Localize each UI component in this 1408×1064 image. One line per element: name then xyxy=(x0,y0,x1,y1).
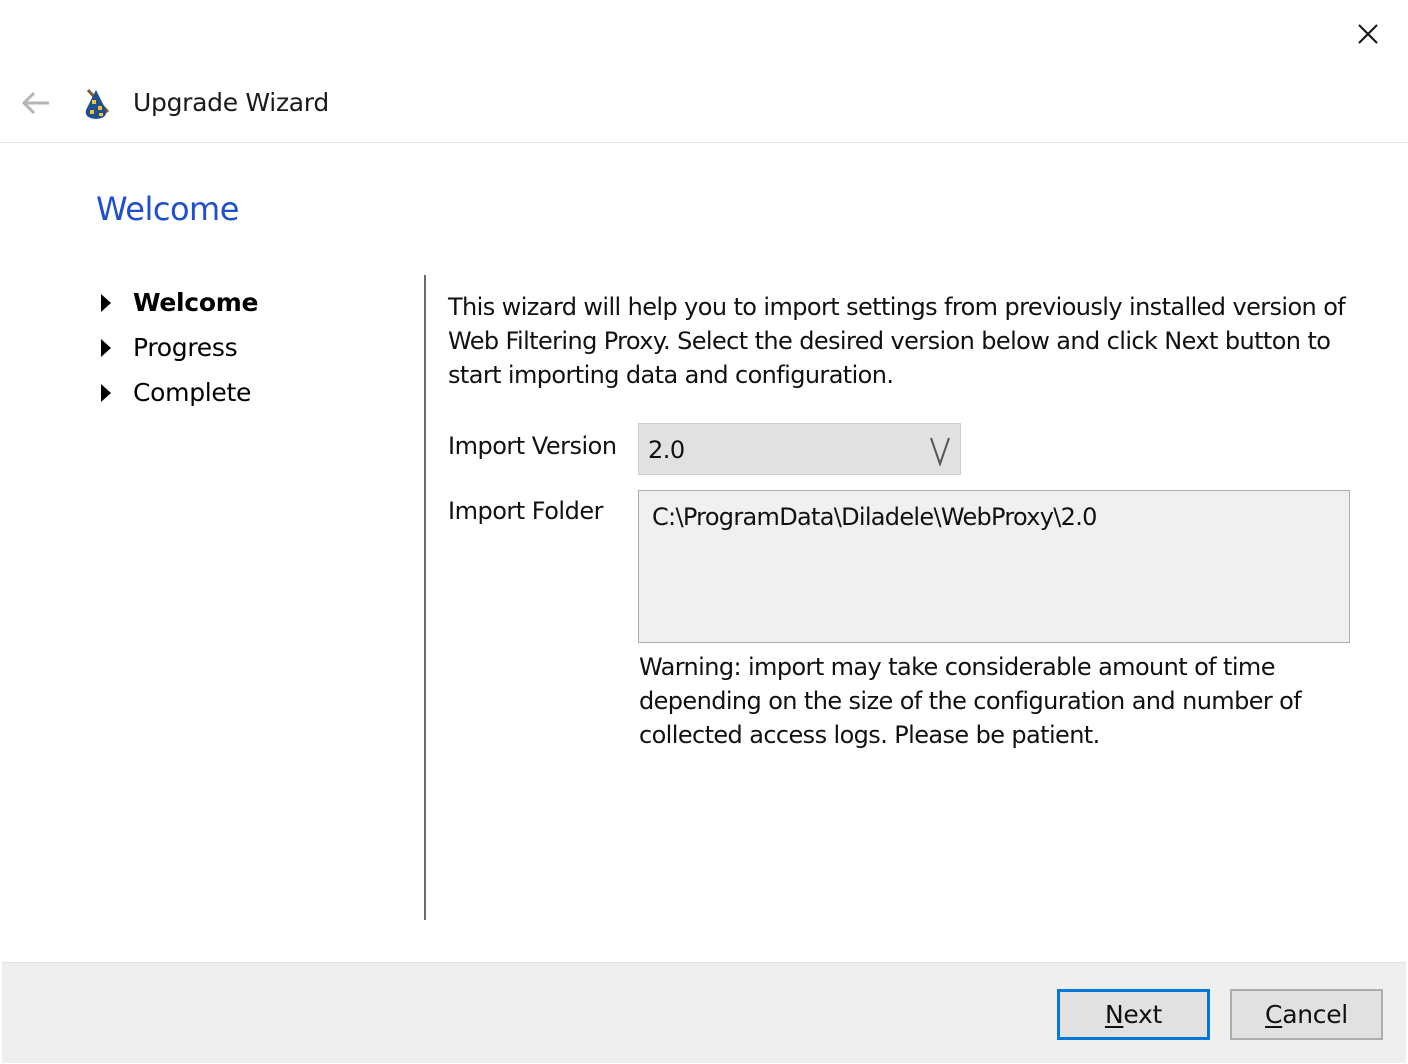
warning-text: Warning: import may take considerable am… xyxy=(639,653,1302,749)
triangle-right-icon xyxy=(101,383,111,402)
accelerator-key: C xyxy=(1265,1000,1283,1029)
wizard-hat-icon xyxy=(85,88,110,119)
back-button[interactable] xyxy=(18,88,54,118)
arrow-left-icon xyxy=(21,91,49,115)
cancel-button[interactable]: Cancel xyxy=(1230,989,1383,1040)
import-folder-field[interactable]: C:\ProgramData\Diladele\WebProxy\2.0 xyxy=(638,490,1350,643)
step-label: Complete xyxy=(133,378,252,407)
step-complete: Complete xyxy=(98,370,258,415)
next-button[interactable]: Next xyxy=(1057,989,1210,1040)
triangle-right-icon xyxy=(101,293,111,312)
wizard-header: Upgrade Wizard xyxy=(0,70,1408,143)
wizard-footer: Next Cancel xyxy=(2,962,1406,1063)
close-button[interactable] xyxy=(1346,14,1390,54)
triangle-right-icon xyxy=(101,338,111,357)
accelerator-key: N xyxy=(1104,1000,1124,1029)
step-label: Welcome xyxy=(133,288,259,317)
wizard-title: Upgrade Wizard xyxy=(133,88,329,117)
step-welcome: Welcome xyxy=(98,280,258,325)
chevron-down-icon xyxy=(930,437,950,466)
import-folder-label: Import Folder xyxy=(448,497,603,525)
button-label: ancel xyxy=(1282,1000,1348,1029)
import-version-label: Import Version xyxy=(448,432,617,460)
close-x-icon xyxy=(1358,24,1378,44)
page-title: Welcome xyxy=(96,190,239,228)
intro-text: This wizard will help you to import sett… xyxy=(448,293,1346,389)
button-label: ext xyxy=(1123,1000,1163,1029)
import-folder-value: C:\ProgramData\Diladele\WebProxy\2.0 xyxy=(652,503,1097,531)
step-label: Progress xyxy=(133,333,238,362)
import-version-value: 2.0 xyxy=(648,436,685,464)
vertical-divider xyxy=(424,275,426,920)
steps-list: Welcome Progress Complete xyxy=(98,280,258,415)
import-version-select[interactable]: 2.0 xyxy=(638,423,961,475)
step-progress: Progress xyxy=(98,325,258,370)
